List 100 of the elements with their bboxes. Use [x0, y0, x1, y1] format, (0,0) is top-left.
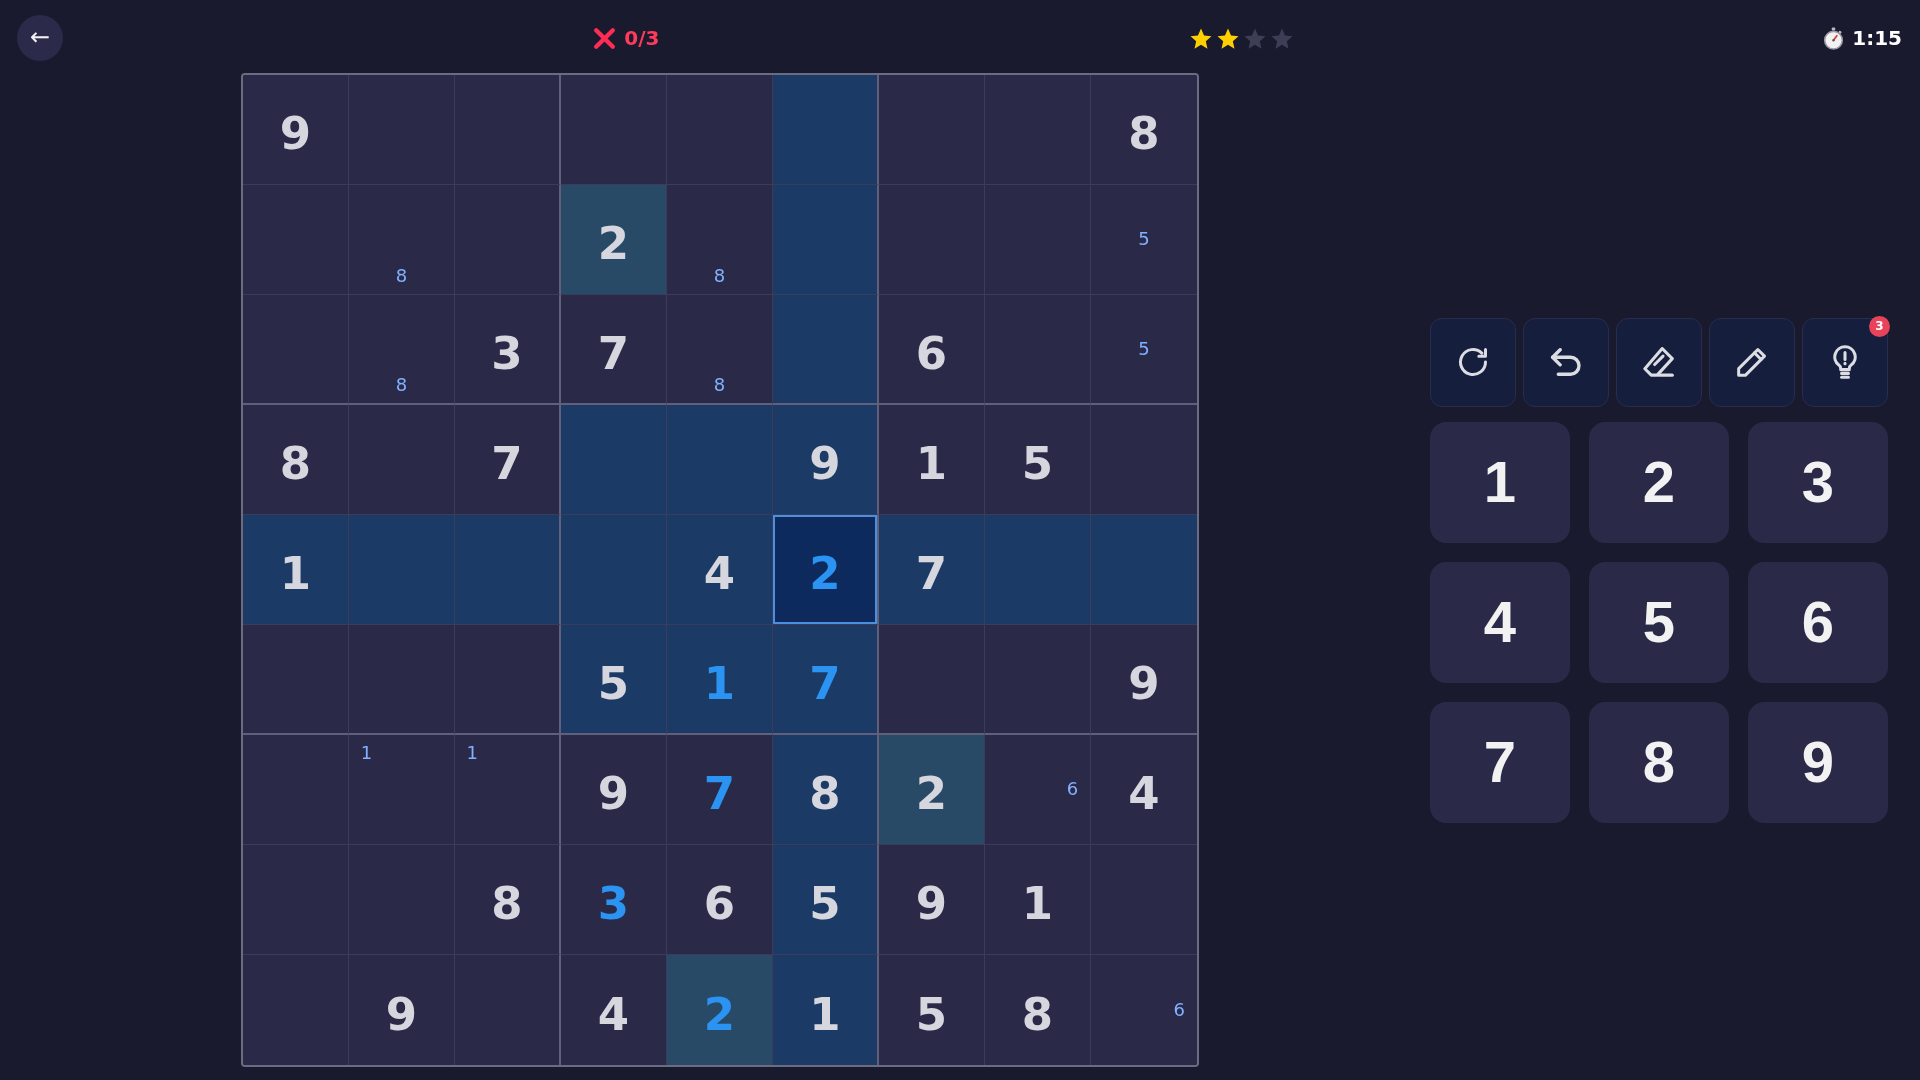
sudoku-cell[interactable] — [243, 295, 349, 405]
sudoku-cell[interactable] — [455, 515, 561, 625]
number-key[interactable]: 9 — [1748, 701, 1888, 823]
number-key[interactable]: 8 — [1589, 701, 1729, 823]
cross-icon — [593, 26, 617, 50]
lightbulb-icon — [1833, 345, 1857, 379]
sudoku-cell[interactable] — [773, 185, 879, 295]
star-icon — [1216, 27, 1239, 49]
hint-button[interactable]: 3 — [1802, 317, 1888, 407]
sudoku-cell[interactable] — [1091, 515, 1197, 625]
number-key[interactable]: 5 — [1589, 561, 1729, 683]
sudoku-cell[interactable] — [985, 515, 1091, 625]
sudoku-cell[interactable] — [243, 735, 349, 845]
sudoku-cell[interactable]: 1 — [773, 955, 879, 1065]
star-icon — [1270, 27, 1293, 49]
pencil-note: 8 — [713, 266, 726, 285]
sudoku-cell[interactable]: 5 — [773, 845, 879, 955]
sudoku-cell[interactable]: 2 — [561, 185, 667, 295]
star-icon — [1243, 27, 1266, 49]
sudoku-cell[interactable] — [561, 75, 667, 185]
sudoku-cell[interactable]: 7 — [879, 515, 985, 625]
pencil-note: 6 — [1173, 1001, 1186, 1019]
sudoku-cell[interactable] — [773, 295, 879, 405]
sudoku-cell[interactable]: 3 — [455, 295, 561, 405]
sudoku-cell[interactable] — [243, 625, 349, 735]
sudoku-cell[interactable] — [349, 75, 455, 185]
sudoku-cell[interactable]: 8 — [455, 845, 561, 955]
sudoku-cell[interactable] — [243, 955, 349, 1065]
sudoku-cell[interactable] — [455, 625, 561, 735]
sudoku-cell[interactable]: 1 — [455, 735, 561, 845]
number-key[interactable]: 1 — [1430, 421, 1570, 543]
sudoku-cell[interactable] — [879, 185, 985, 295]
sudoku-cell[interactable] — [985, 295, 1091, 405]
pencil-button[interactable] — [1709, 317, 1795, 407]
sudoku-cell[interactable]: 6 — [879, 295, 985, 405]
sudoku-cell[interactable]: 7 — [773, 625, 879, 735]
sudoku-cell[interactable]: 8 — [667, 185, 773, 295]
number-key[interactable]: 4 — [1430, 561, 1570, 683]
sudoku-cell[interactable]: 2 — [773, 515, 879, 625]
sudoku-cell[interactable] — [985, 625, 1091, 735]
sudoku-cell[interactable] — [243, 845, 349, 955]
mistake-count: 0/3 — [624, 25, 660, 52]
sudoku-cell[interactable]: 6 — [667, 845, 773, 955]
sudoku-cell[interactable]: 1 — [243, 515, 349, 625]
stopwatch-icon — [1823, 26, 1845, 50]
eraser-button[interactable] — [1616, 317, 1702, 407]
undo-icon — [1550, 348, 1582, 376]
number-key[interactable]: 3 — [1748, 421, 1888, 543]
sudoku-cell[interactable]: 1 — [667, 625, 773, 735]
pencil-note: 5 — [1138, 340, 1150, 358]
sudoku-cell[interactable] — [667, 75, 773, 185]
restart-icon — [1458, 347, 1488, 377]
back-button[interactable]: ← — [17, 15, 63, 61]
sudoku-cell[interactable]: 9 — [243, 75, 349, 185]
sudoku-cell[interactable] — [561, 515, 667, 625]
sudoku-cell[interactable]: 6 — [985, 735, 1091, 845]
sudoku-cell[interactable]: 7 — [667, 735, 773, 845]
number-key[interactable]: 6 — [1748, 561, 1888, 683]
sudoku-cell[interactable] — [561, 405, 667, 515]
sudoku-cell[interactable] — [667, 405, 773, 515]
sudoku-cell[interactable]: 7 — [561, 295, 667, 405]
star-icon — [1189, 27, 1212, 49]
hint-count-badge: 3 — [1869, 315, 1890, 337]
pencil-note: 1 — [466, 744, 479, 763]
sudoku-cell[interactable] — [455, 75, 561, 185]
sudoku-cell[interactable]: 4 — [667, 515, 773, 625]
sudoku-cell[interactable]: 8 — [667, 295, 773, 405]
pencil-note: 6 — [1066, 780, 1079, 799]
number-key[interactable]: 2 — [1589, 421, 1729, 543]
sudoku-cell[interactable] — [879, 75, 985, 185]
pencil-note: 5 — [1138, 230, 1150, 249]
sudoku-cell[interactable]: 8 — [349, 185, 455, 295]
sudoku-cell[interactable] — [349, 405, 455, 515]
sudoku-cell[interactable]: 1 — [349, 735, 455, 845]
sudoku-cell[interactable]: 9 — [773, 405, 879, 515]
sudoku-cell[interactable]: 3 — [561, 845, 667, 955]
sudoku-cell[interactable]: 5 — [561, 625, 667, 735]
number-key[interactable]: 7 — [1430, 701, 1570, 823]
sudoku-cell[interactable] — [243, 185, 349, 295]
sudoku-cell[interactable] — [455, 185, 561, 295]
sudoku-cell[interactable]: 8 — [243, 405, 349, 515]
sudoku-cell[interactable]: 8 — [773, 735, 879, 845]
restart-button[interactable] — [1430, 317, 1516, 407]
sudoku-cell[interactable]: 1 — [879, 405, 985, 515]
sudoku-cell[interactable]: 8 — [1091, 75, 1197, 185]
sudoku-cell[interactable]: 7 — [455, 405, 561, 515]
sudoku-cell[interactable]: 8 — [349, 295, 455, 405]
sudoku-cell[interactable] — [985, 75, 1091, 185]
sudoku-cell[interactable] — [879, 625, 985, 735]
pencil-icon — [1737, 347, 1767, 377]
sudoku-cell[interactable] — [349, 625, 455, 735]
sudoku-cell[interactable] — [349, 515, 455, 625]
pencil-note: 8 — [395, 376, 408, 394]
sudoku-cell[interactable]: 9 — [561, 735, 667, 845]
sudoku-cell[interactable] — [773, 75, 879, 185]
undo-button[interactable] — [1523, 317, 1609, 407]
sudoku-cell[interactable]: 1 — [985, 845, 1091, 955]
sudoku-cell[interactable]: 9 — [879, 845, 985, 955]
sudoku-cell[interactable]: 5 — [985, 405, 1091, 515]
sudoku-cell[interactable]: 2 — [879, 735, 985, 845]
